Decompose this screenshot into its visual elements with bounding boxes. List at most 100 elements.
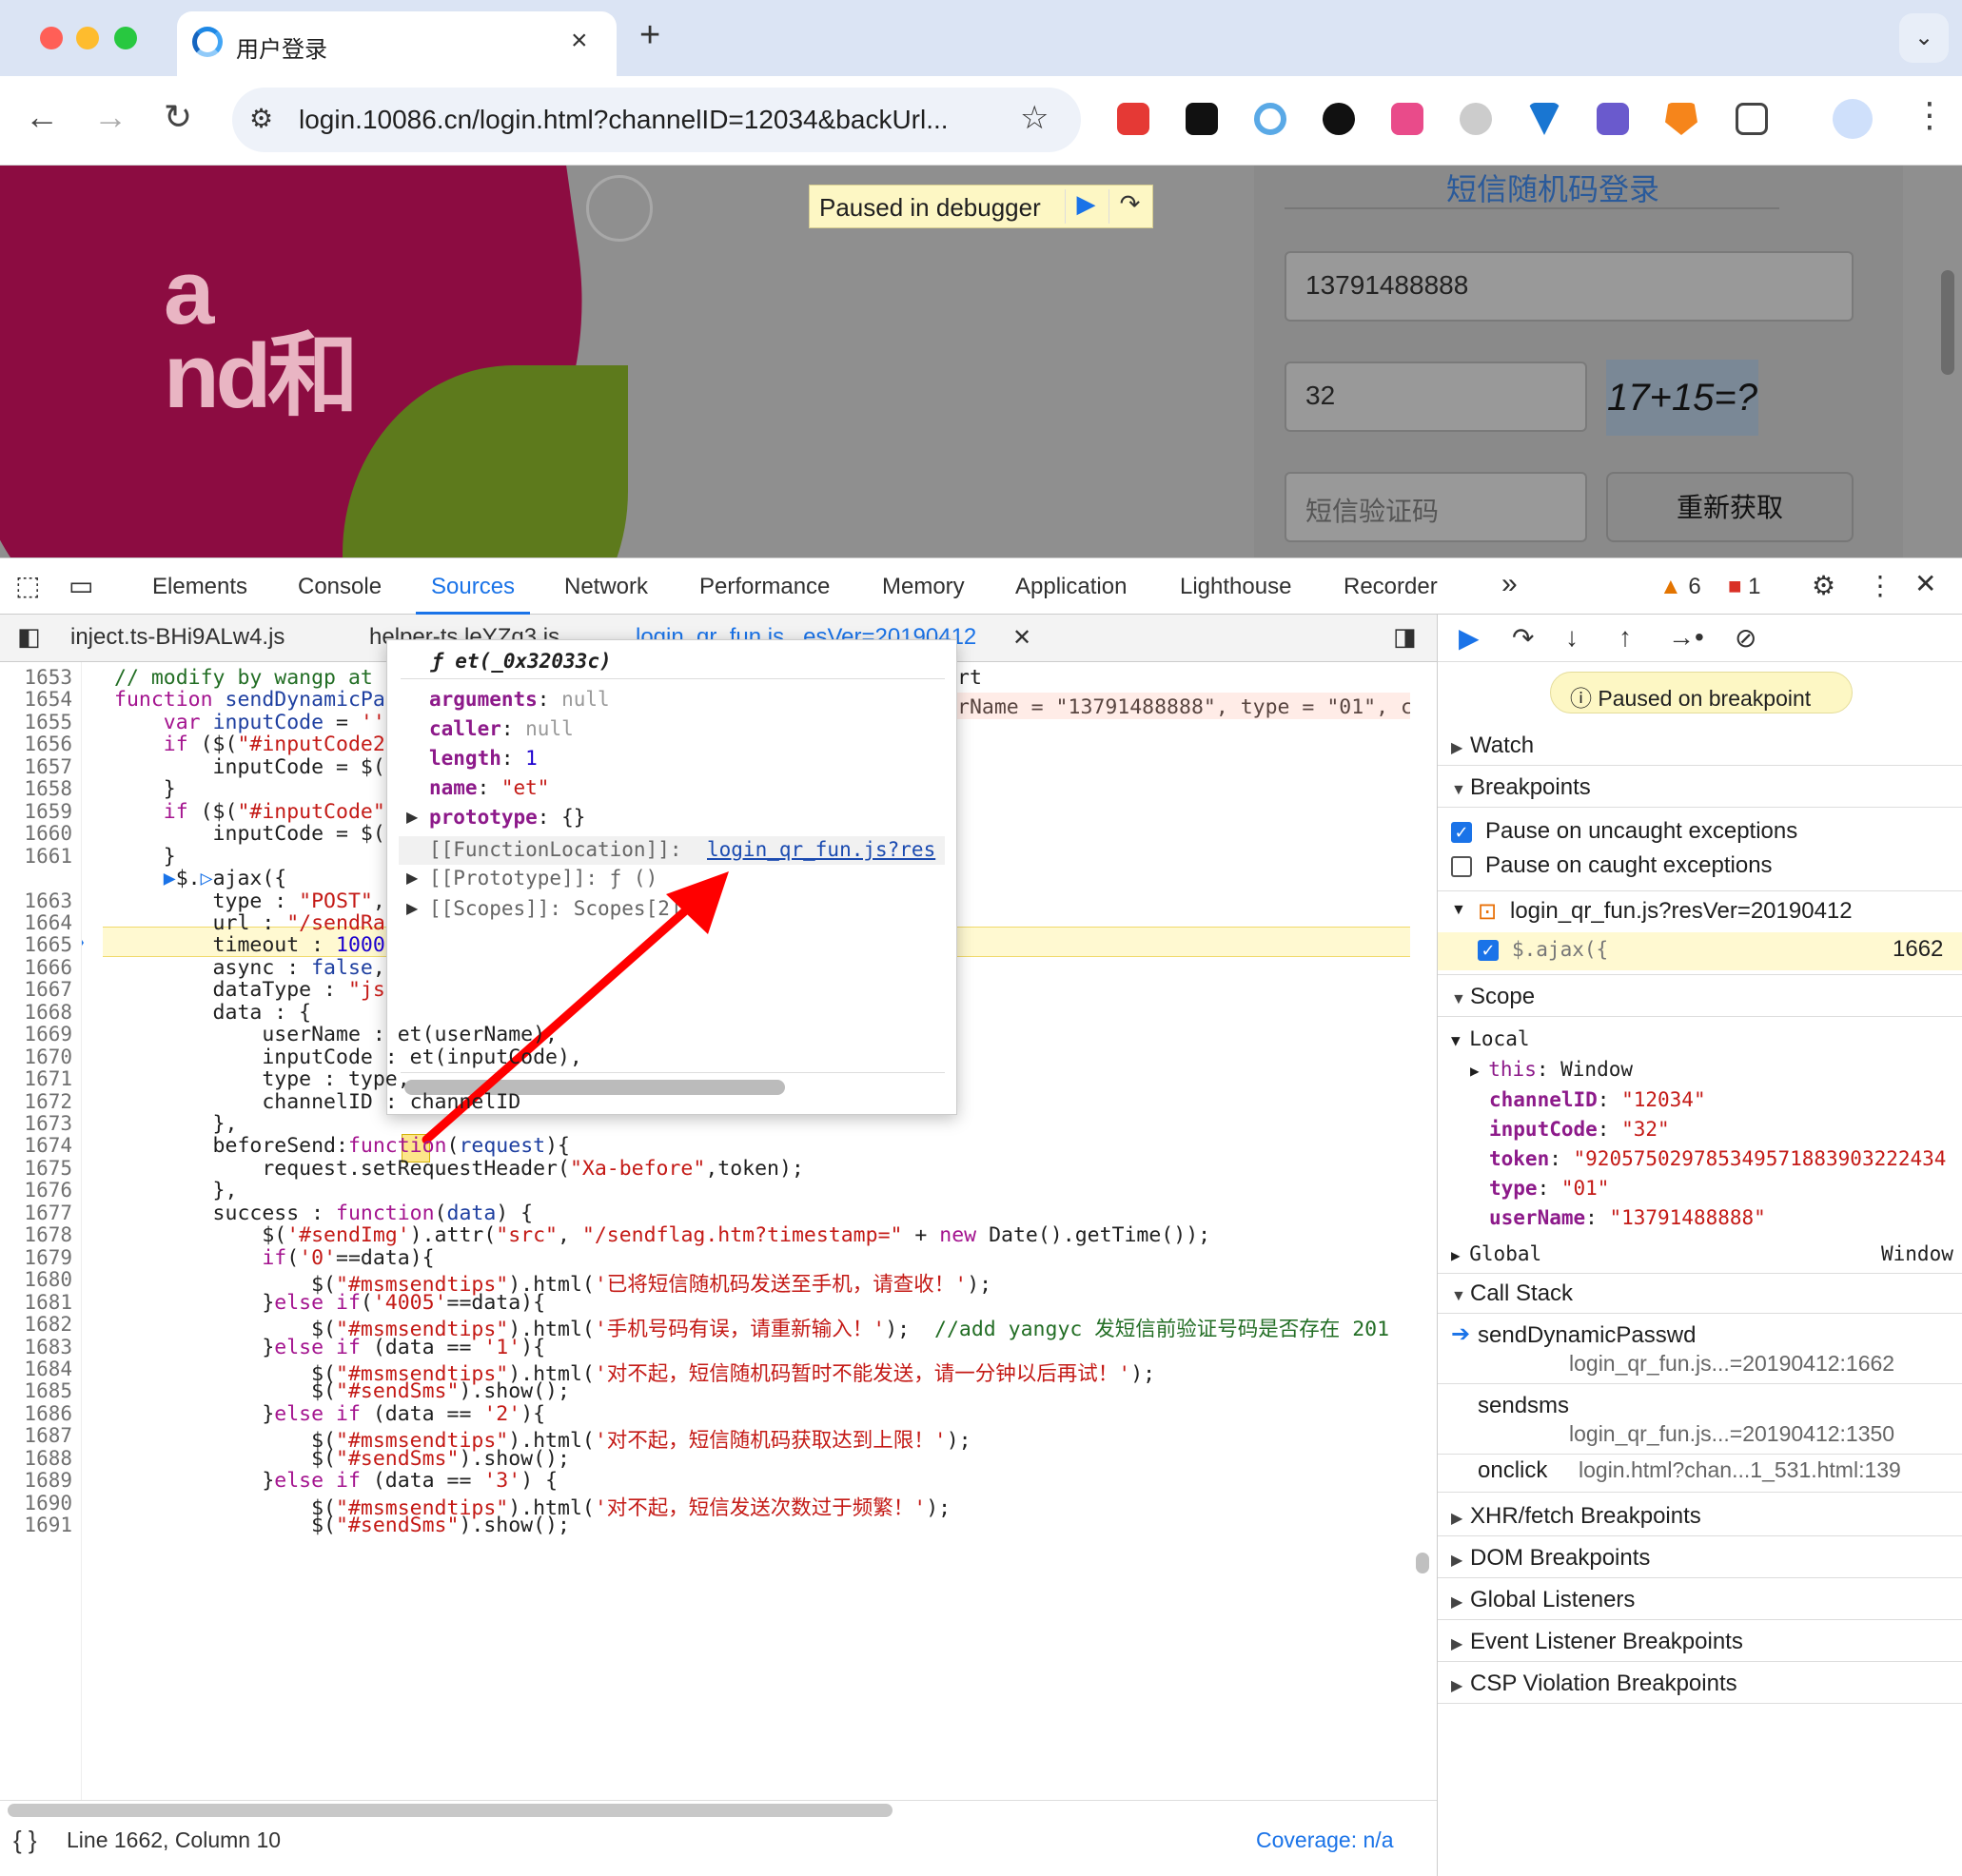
line-number[interactable]: 1668	[0, 1001, 72, 1024]
pretty-print-icon[interactable]: { }	[13, 1826, 37, 1855]
extension-metamask-icon[interactable]	[1665, 103, 1697, 135]
sms-code-input[interactable]: 短信验证码	[1285, 472, 1587, 542]
resume-icon[interactable]: ▶	[1065, 189, 1107, 224]
step-out-icon[interactable]: ↑	[1619, 622, 1632, 653]
line-number[interactable]: 1688	[0, 1447, 72, 1470]
bookmark-star-icon[interactable]: ☆	[1020, 99, 1049, 137]
tab-recorder[interactable]: Recorder	[1344, 574, 1438, 600]
line-number[interactable]: 1663	[0, 889, 72, 912]
close-window-button[interactable]	[40, 27, 63, 49]
tab-memory[interactable]: Memory	[882, 574, 965, 600]
profile-avatar-icon[interactable]	[1833, 99, 1873, 139]
editor-tab-inject[interactable]: inject.ts-BHi9ALw4.js	[70, 624, 284, 651]
resume-execution-icon[interactable]: ▶	[1459, 622, 1480, 654]
line-number[interactable]: 1658	[0, 777, 72, 800]
reload-icon[interactable]: ↻	[164, 97, 192, 137]
extension-translate-icon[interactable]	[1391, 103, 1423, 135]
call-frame-name[interactable]: onclick	[1478, 1457, 1547, 1484]
warnings-count[interactable]: ▲ 6	[1659, 574, 1701, 600]
phone-number-input[interactable]: 13791488888	[1285, 251, 1854, 322]
this-value[interactable]: ▶ this: Window	[1470, 1058, 1633, 1081]
tab-application[interactable]: Application	[1015, 574, 1127, 600]
scope-variable-userName[interactable]: userName: "13791488888"	[1489, 1206, 1766, 1229]
line-number[interactable]: 1690	[0, 1492, 72, 1514]
code-vertical-scrollbar[interactable]	[1416, 1553, 1429, 1573]
call-frame-location[interactable]: login_qr_fun.js...=20190412:1350	[1569, 1421, 1894, 1447]
extension-k-icon[interactable]	[1323, 103, 1355, 135]
forward-arrow-icon[interactable]: →	[93, 97, 128, 137]
extensions-puzzle-icon[interactable]	[1736, 103, 1768, 135]
tab-network[interactable]: Network	[564, 574, 648, 600]
scope-variable-channelID[interactable]: channelID: "12034"	[1489, 1088, 1706, 1111]
line-number[interactable]: 1684	[0, 1358, 72, 1380]
tab-sources[interactable]: Sources	[431, 574, 515, 600]
line-number[interactable]: 1675	[0, 1157, 72, 1180]
global-scope-header[interactable]: ▶ Global	[1451, 1242, 1541, 1265]
line-number[interactable]: 1679	[0, 1246, 72, 1269]
extension-v-icon[interactable]	[1528, 103, 1560, 135]
step-icon[interactable]: →•	[1668, 622, 1704, 653]
line-number[interactable]: 1669	[0, 1023, 72, 1045]
line-number[interactable]: 1667	[0, 978, 72, 1001]
call-stack-section-header[interactable]: ▼ Call Stack	[1451, 1280, 1573, 1307]
tab-console[interactable]: Console	[298, 574, 382, 600]
resend-sms-button[interactable]: 重新获取	[1606, 472, 1854, 542]
line-number[interactable]: 1653	[0, 666, 72, 689]
maximize-window-button[interactable]	[114, 27, 137, 49]
step-over-icon[interactable]: ↷	[1109, 189, 1150, 224]
line-number[interactable]: 1670	[0, 1045, 72, 1068]
line-number[interactable]: 1681	[0, 1291, 72, 1314]
step-into-icon[interactable]: ↓	[1565, 622, 1579, 653]
scope-variable-inputCode[interactable]: inputCode: "32"	[1489, 1118, 1670, 1141]
close-editor-tab-icon[interactable]: ✕	[1012, 624, 1031, 652]
extension-fe-icon[interactable]	[1117, 103, 1149, 135]
line-number[interactable]: 1677	[0, 1202, 72, 1224]
address-bar[interactable]: ⚙ login.10086.cn/login.html?channelID=12…	[232, 88, 1081, 152]
local-scope-header[interactable]: ▼ Local	[1451, 1027, 1529, 1050]
extension-gray-icon[interactable]	[1460, 103, 1492, 135]
page-scrollbar[interactable]	[1941, 270, 1954, 375]
line-number[interactable]: 1661	[0, 845, 72, 868]
call-frame-name[interactable]: sendsms	[1478, 1393, 1569, 1419]
line-number[interactable]: 1678	[0, 1223, 72, 1246]
browser-tab[interactable]: 用户登录 ×	[177, 11, 617, 78]
section-header-xhr-fetch-breakpoints[interactable]: ▶ XHR/fetch Breakpoints	[1451, 1503, 1701, 1530]
call-frame-name[interactable]: sendDynamicPasswd	[1478, 1322, 1696, 1349]
tab-performance[interactable]: Performance	[699, 574, 830, 600]
call-frame-location[interactable]: login.html?chan...1_531.html:139	[1579, 1457, 1901, 1483]
line-number[interactable]: 1655	[0, 711, 72, 733]
inspect-element-icon[interactable]: ⬚	[15, 570, 40, 601]
extension-tampermonkey-icon[interactable]	[1186, 103, 1218, 135]
settings-gear-icon[interactable]: ⚙	[1812, 570, 1835, 601]
minimize-window-button[interactable]	[76, 27, 99, 49]
toggle-navigator-icon[interactable]: ◧	[17, 622, 41, 652]
errors-count[interactable]: ■ 1	[1728, 574, 1761, 600]
line-number[interactable]: 1656	[0, 733, 72, 755]
line-number[interactable]: 1691	[0, 1514, 72, 1536]
line-number[interactable]: 1654	[0, 688, 72, 711]
tab-search-chevron-icon[interactable]: ⌄	[1899, 13, 1949, 63]
line-number[interactable]: 1664	[0, 911, 72, 934]
expand-prototype-icon[interactable]: ▶	[406, 869, 418, 888]
captcha-answer-input[interactable]: 32	[1285, 362, 1587, 432]
scope-section-header[interactable]: ▼ Scope	[1451, 984, 1535, 1010]
call-frame-location[interactable]: login_qr_fun.js...=20190412:1662	[1569, 1351, 1894, 1377]
tab-lighthouse[interactable]: Lighthouse	[1180, 574, 1291, 600]
line-number[interactable]: 1671	[0, 1067, 72, 1090]
scope-variable-token[interactable]: token: "920575029785349571883903222434	[1489, 1147, 1946, 1170]
collapse-file-icon[interactable]: ▼	[1451, 902, 1466, 919]
section-header-csp-violation-breakpoints[interactable]: ▶ CSP Violation Breakpoints	[1451, 1671, 1737, 1697]
site-settings-icon[interactable]: ⚙	[249, 103, 273, 134]
line-number[interactable]: 1672	[0, 1090, 72, 1113]
line-number[interactable]: 1683	[0, 1336, 72, 1358]
line-number[interactable]: 1687	[0, 1424, 72, 1447]
toggle-debugger-icon[interactable]: ◨	[1393, 622, 1417, 652]
back-arrow-icon[interactable]: ←	[25, 97, 59, 137]
watch-section-header[interactable]: ▶ Watch	[1451, 733, 1534, 759]
tab-elements[interactable]: Elements	[152, 574, 247, 600]
breakpoints-section-header[interactable]: ▼ Breakpoints	[1451, 774, 1591, 801]
expand-scopes-icon[interactable]: ▶	[406, 899, 418, 918]
extension-circle-icon[interactable]	[1254, 103, 1286, 135]
line-number[interactable]: 1659	[0, 800, 72, 823]
coverage-link[interactable]: Coverage: n/a	[1256, 1827, 1393, 1853]
